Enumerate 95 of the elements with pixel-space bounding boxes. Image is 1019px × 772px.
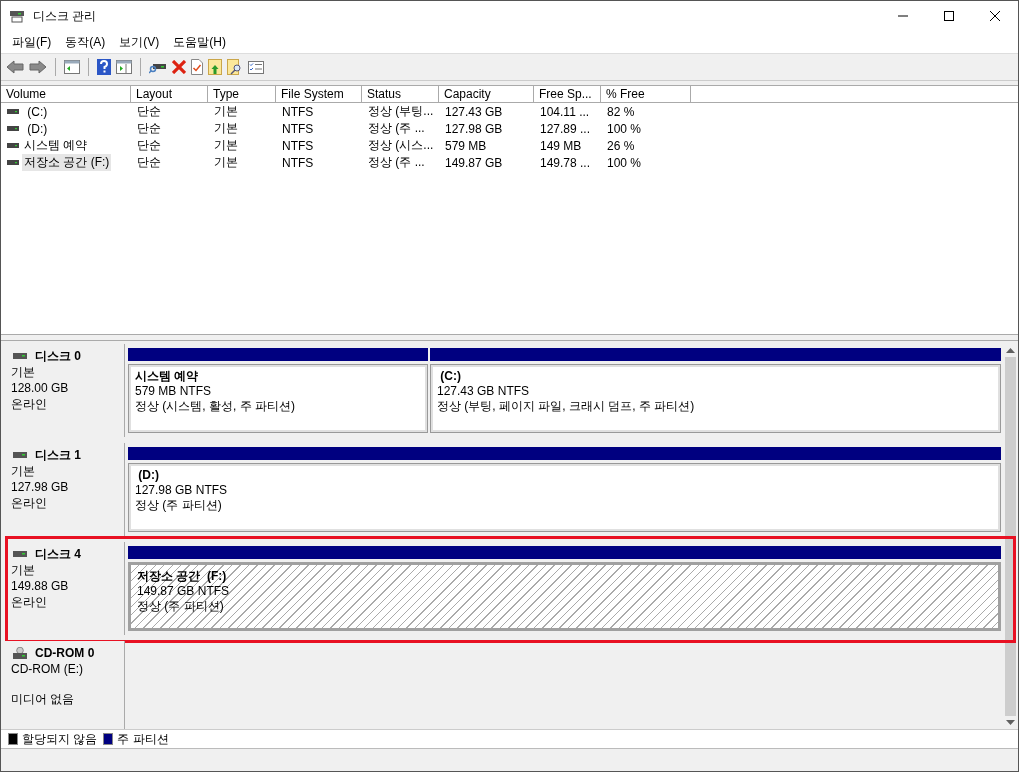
partition-status: 정상 (시스템, 활성, 주 파티션): [135, 399, 295, 414]
partition-name: (D:): [135, 468, 159, 483]
window-title: 디스크 관리: [33, 7, 97, 25]
disk-name: 디스크 0: [35, 348, 81, 364]
column-header[interactable]: Layout: [131, 86, 208, 103]
partition-box[interactable]: 시스템 예약 579 MB NTFS 정상 (시스템, 활성, 주 파티션): [128, 364, 428, 433]
table-cell: NTFS: [282, 104, 314, 119]
table-cell: 정상 (부팅...: [368, 103, 434, 120]
list-item[interactable]: (C:): [22, 104, 50, 119]
table-cell: 정상 (주 ...: [368, 120, 425, 137]
disk-info: 기본: [11, 562, 35, 578]
drive-icon: [7, 143, 19, 148]
disk-info: 149.88 GB: [11, 578, 69, 594]
list-item[interactable]: 시스템 예약: [22, 137, 90, 154]
partition-name: 시스템 예약: [135, 369, 199, 384]
table-cell: 단순: [137, 137, 161, 154]
table-cell: 정상 (주 ...: [368, 154, 425, 171]
disk-management-icon: [9, 8, 25, 24]
table-cell: 정상 (시스...: [368, 137, 434, 154]
column-header[interactable]: Volume: [1, 86, 131, 103]
table-cell: 26 %: [607, 138, 635, 153]
column-header[interactable]: Free Sp...: [534, 86, 601, 103]
properties-list-icon[interactable]: [248, 60, 264, 74]
menu-item[interactable]: 보기(V): [112, 33, 167, 51]
partition-status: 정상 (주 파티션): [135, 498, 222, 513]
disk-name: 디스크 1: [35, 447, 81, 463]
table-cell: 104.11 ...: [540, 104, 590, 119]
table-cell: 기본: [214, 120, 238, 137]
folder-search-icon[interactable]: [227, 59, 243, 75]
table-cell: 단순: [137, 120, 161, 137]
list-item[interactable]: 저장소 공간 (F:): [22, 154, 112, 171]
partition-size: 149.87 GB NTFS: [137, 584, 230, 599]
maximize-icon: [944, 11, 954, 21]
table-cell: NTFS: [282, 155, 314, 170]
column-header[interactable]: Type: [208, 86, 276, 103]
menu-item[interactable]: 동작(A): [58, 33, 113, 51]
drive-icon: [7, 160, 19, 165]
table-cell: 127.89 ...: [540, 121, 591, 136]
table-cell: NTFS: [282, 138, 314, 153]
table-cell: 100 %: [607, 121, 642, 136]
table-cell: 기본: [214, 154, 238, 171]
disk-info: CD-ROM (E:): [11, 661, 83, 677]
forward-arrow-icon[interactable]: [29, 59, 47, 75]
table-cell: 82 %: [607, 104, 635, 119]
partition-box[interactable]: (D:) 127.98 GB NTFS 정상 (주 파티션): [128, 463, 1001, 532]
help-icon[interactable]: [97, 59, 111, 75]
disk-info: 기본: [11, 364, 35, 380]
delete-icon[interactable]: [172, 60, 186, 74]
menu-item[interactable]: 파일(F): [5, 33, 59, 51]
list-item[interactable]: (D:): [22, 121, 50, 136]
legend-label: 주 파티션: [117, 730, 169, 748]
scroll-down-arrow-icon[interactable]: [1006, 720, 1015, 725]
column-header[interactable]: % Free: [601, 86, 691, 103]
table-cell: NTFS: [282, 121, 314, 136]
partition-name: (C:): [437, 369, 461, 384]
table-cell: 149.87 GB: [445, 155, 503, 170]
column-header[interactable]: Capacity: [439, 86, 534, 103]
table-cell: 단순: [137, 103, 161, 120]
partition-box[interactable]: 저장소 공간 (F:) 149.87 GB NTFS 정상 (주 파티션): [128, 562, 1001, 631]
menu-item[interactable]: 도움말(H): [166, 33, 233, 51]
table-cell: 127.43 GB: [445, 104, 503, 119]
disk-info: 온라인: [11, 594, 47, 610]
table-cell: 100 %: [607, 155, 642, 170]
action-pane-icon[interactable]: [116, 60, 132, 74]
drive-icon: [7, 126, 19, 131]
scroll-up-arrow-icon[interactable]: [1006, 348, 1015, 353]
table-cell: 기본: [214, 103, 238, 120]
disk-name: 디스크 4: [35, 546, 81, 562]
disk-info: 온라인: [11, 495, 47, 511]
disk-info: 기본: [11, 463, 35, 479]
drive-icon: [7, 109, 19, 114]
table-cell: 단순: [137, 154, 161, 171]
disk-info: 미디어 없음: [11, 691, 75, 707]
partition-box[interactable]: (C:) 127.43 GB NTFS 정상 (부팅, 페이지 파일, 크래시 덤프, 주 파티션): [430, 364, 1001, 433]
partition-status: 정상 (부팅, 페이지 파일, 크래시 덤프, 주 파티션): [437, 399, 695, 414]
legend-label: 할당되지 않음: [22, 730, 98, 748]
partition-name: 저장소 공간 (F:): [137, 569, 227, 584]
column-header[interactable]: Status: [362, 86, 439, 103]
console-tree-icon[interactable]: [64, 60, 80, 74]
disk-name: CD-ROM 0: [35, 645, 95, 661]
partition-status: 정상 (주 파티션): [137, 599, 224, 614]
column-header[interactable]: File System: [276, 86, 362, 103]
back-arrow-icon[interactable]: [6, 59, 24, 75]
close-icon: [990, 11, 1000, 21]
table-cell: 127.98 GB: [445, 121, 503, 136]
disk-info: 128.00 GB: [11, 380, 69, 396]
table-cell: 149.78 ...: [540, 155, 591, 170]
table-cell: 149 MB: [540, 138, 582, 153]
checklist-icon[interactable]: [191, 59, 203, 75]
folder-up-icon[interactable]: [208, 59, 222, 75]
table-cell: 579 MB: [445, 138, 487, 153]
disk-info: 온라인: [11, 396, 47, 412]
cd-drive-icon: [13, 647, 27, 659]
disk-info: 127.98 GB: [11, 479, 69, 495]
table-cell: 기본: [214, 137, 238, 154]
